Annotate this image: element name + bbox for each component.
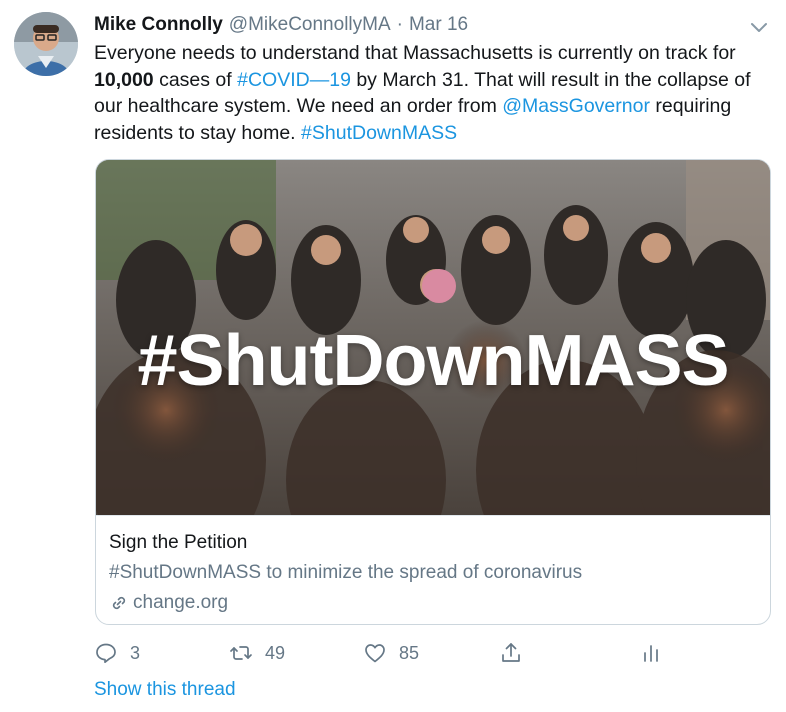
author-name[interactable]: Mike Connolly	[94, 14, 223, 36]
like-icon	[365, 644, 385, 663]
reply-count: 3	[130, 642, 141, 663]
tweet-date[interactable]: Mar 16	[409, 14, 468, 36]
retweet-count: 49	[265, 642, 286, 663]
avatar[interactable]	[14, 12, 78, 76]
reply-icon	[96, 643, 116, 664]
tweet-text-part: Everyone needs to understand that Massac…	[94, 42, 736, 64]
share-button[interactable]	[499, 641, 639, 665]
tweet-text: Everyone needs to understand that Massac…	[94, 40, 764, 146]
tweet: Mike Connolly @MikeConnollyMA · Mar 16 E…	[0, 0, 786, 712]
avatar-photo-icon	[14, 12, 78, 76]
tweet-bold-number: 10,000	[94, 68, 154, 91]
retweet-button[interactable]: 49	[229, 641, 363, 665]
reply-button[interactable]: 3	[94, 641, 229, 665]
link-card[interactable]: #ShutDownMASS Sign the Petition #ShutDow…	[95, 159, 771, 625]
card-domain: change.org	[109, 588, 757, 618]
share-icon	[502, 643, 520, 662]
mention-massgovernor-link[interactable]: @MassGovernor	[502, 95, 650, 117]
like-button[interactable]: 85	[363, 641, 499, 665]
analytics-icon	[644, 645, 658, 662]
tweet-header: Mike Connolly @MikeConnollyMA · Mar 16	[94, 14, 746, 40]
card-title: Sign the Petition	[109, 532, 248, 553]
hashtag-shutdownmass-link[interactable]: #ShutDownMASS	[301, 122, 457, 144]
retweet-icon	[230, 646, 252, 660]
card-description: #ShutDownMASS to minimize the spread of …	[109, 562, 583, 583]
like-count: 85	[399, 642, 420, 663]
tweet-text-part: cases of	[153, 68, 238, 91]
card-meta: Sign the Petition #ShutDownMASS to minim…	[96, 515, 770, 624]
tweet-actions: 3 49 85	[94, 638, 674, 668]
author-handle[interactable]: @MikeConnollyMA	[229, 14, 391, 36]
chevron-down-icon[interactable]	[748, 16, 770, 38]
hashtag-covid-link[interactable]: #COVID—19	[237, 69, 351, 91]
separator-dot: ·	[396, 14, 403, 35]
card-domain-text: change.org	[133, 592, 229, 613]
analytics-button[interactable]	[639, 641, 663, 665]
link-icon	[112, 596, 126, 610]
card-image: #ShutDownMASS	[96, 160, 770, 515]
card-image-overlay-text: #ShutDownMASS	[137, 321, 730, 401]
show-thread-link[interactable]: Show this thread	[94, 679, 236, 701]
